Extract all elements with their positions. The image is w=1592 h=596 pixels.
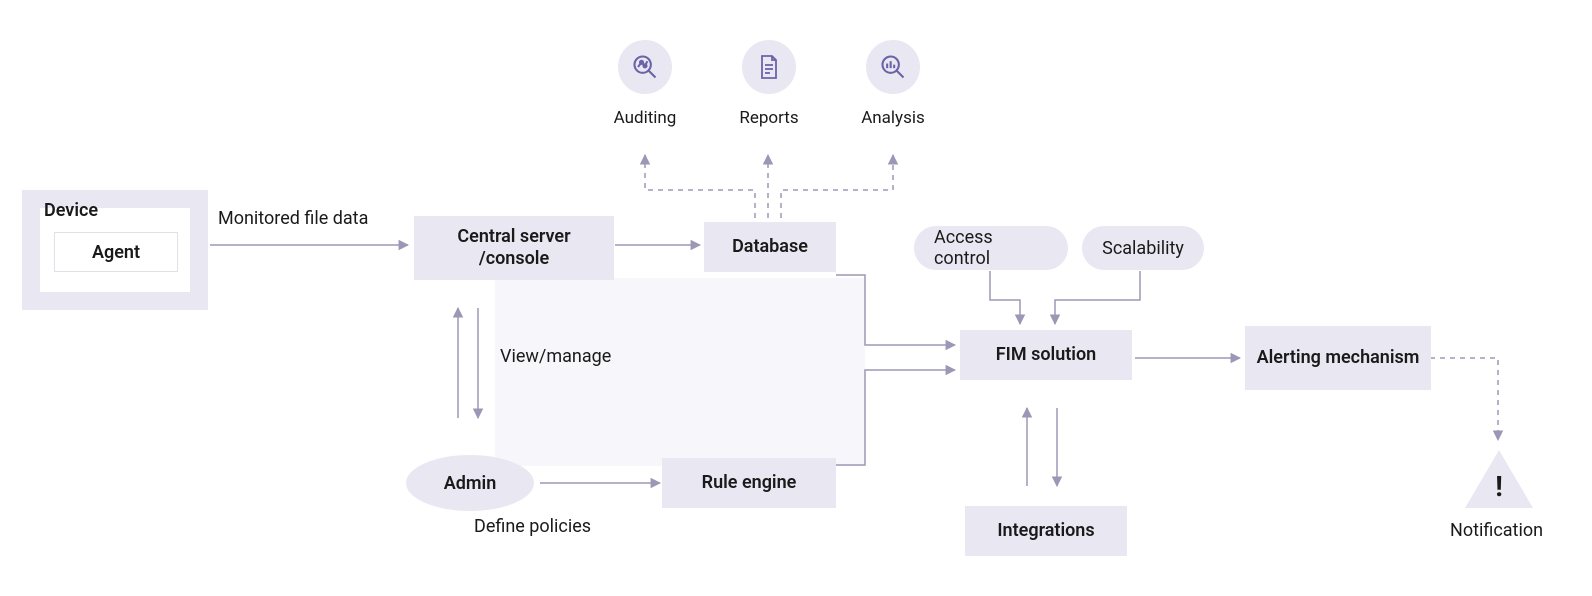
- admin-node: Admin: [406, 455, 534, 511]
- analysis-label: Analysis: [833, 108, 953, 128]
- edge-label-define: Define policies: [474, 516, 591, 537]
- device-label: Device: [44, 200, 98, 221]
- warning-mark: !: [1493, 470, 1505, 503]
- integrations-node: Integrations: [965, 506, 1127, 556]
- database-node: Database: [704, 222, 836, 272]
- access-control-node: Access control: [914, 226, 1068, 270]
- reports-label: Reports: [709, 108, 829, 128]
- auditing-label: Auditing: [585, 108, 705, 128]
- analysis-icon: [866, 40, 920, 94]
- auditing-icon: [618, 40, 672, 94]
- notification-icon: !: [1465, 450, 1533, 508]
- edge-label-viewmanage: View/manage: [500, 346, 611, 367]
- edge-label-monitored: Monitored file data: [218, 208, 368, 229]
- fim-solution-node: FIM solution: [960, 330, 1132, 380]
- rule-engine-node: Rule engine: [662, 458, 836, 508]
- scalability-node: Scalability: [1082, 226, 1204, 270]
- reports-icon: [742, 40, 796, 94]
- notification-label: Notification: [1450, 520, 1543, 541]
- central-server-node: Central server /console: [414, 216, 614, 280]
- alerting-node: Alerting mechanism: [1245, 326, 1431, 390]
- agent-node: Agent: [54, 232, 178, 272]
